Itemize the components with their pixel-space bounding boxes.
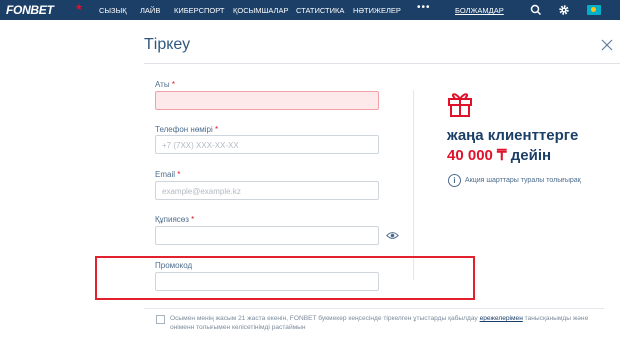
- required-marker: *: [191, 215, 195, 224]
- promo-terms-link[interactable]: Акция шарттары туралы толығырақ: [465, 177, 581, 184]
- promo-code-highlight-box: [95, 256, 475, 300]
- bonus-amount: 40 000 ₸: [447, 147, 507, 164]
- password-input[interactable]: [155, 226, 379, 245]
- registration-modal: Тіркеу Аты * Телефон нөмірі * +7 (7XX) X…: [0, 20, 620, 343]
- gear-icon[interactable]: [558, 4, 570, 16]
- show-password-eye-icon[interactable]: [386, 231, 399, 240]
- password-label-text: Құпиясөз: [155, 215, 189, 224]
- terms-checkbox[interactable]: [156, 315, 165, 324]
- password-label: Құпиясөз *: [155, 215, 194, 224]
- search-icon[interactable]: [530, 4, 542, 16]
- info-icon[interactable]: i: [448, 174, 461, 187]
- terms-divider: [144, 308, 604, 309]
- name-label-text: Аты: [155, 80, 170, 89]
- required-marker: *: [171, 80, 175, 89]
- bonus-headline: жаңа клиенттерге: [447, 127, 579, 144]
- nav-item-esports[interactable]: КИБЕРСПОРТ: [174, 6, 225, 15]
- more-menu-button[interactable]: •••: [417, 2, 431, 13]
- column-divider: [413, 90, 414, 280]
- nav-item-live[interactable]: ЛАЙВ: [140, 6, 160, 15]
- nav-item-line[interactable]: СЫЗЫҚ: [99, 6, 127, 15]
- nav-item-statistics[interactable]: СТАТИСТИКА: [296, 6, 344, 15]
- star-icon: ★: [75, 2, 84, 12]
- terms-text: Осымен менің жасым 21 жаста екенін, FONB…: [170, 314, 600, 332]
- email-input[interactable]: example@example.kz: [155, 181, 379, 200]
- top-navigation-bar: FONBET ★ СЫЗЫҚ ЛАЙВ КИБЕРСПОРТ ҚОСЫМШАЛА…: [0, 0, 620, 20]
- email-label: Email *: [155, 170, 180, 179]
- required-marker: *: [215, 125, 219, 134]
- gift-icon: [448, 93, 472, 117]
- terms-text-before: Осымен менің жасым 21 жаста екенін, FONB…: [170, 315, 480, 322]
- phone-label: Телефон нөмірі *: [155, 125, 218, 134]
- bonus-amount-line: 40 000 ₸ дейін: [447, 146, 551, 164]
- name-input[interactable]: [155, 91, 379, 110]
- modal-title: Тіркеу: [144, 36, 191, 53]
- email-label-text: Email: [155, 170, 176, 179]
- rules-link[interactable]: ережелерімен: [480, 315, 523, 322]
- kazakhstan-flag-icon[interactable]: [587, 5, 601, 15]
- login-link[interactable]: БОЛЖАМДАР: [455, 6, 504, 15]
- fonbet-logo[interactable]: FONBET: [6, 3, 54, 17]
- bonus-suffix: дейін: [510, 147, 552, 164]
- required-marker: *: [177, 170, 181, 179]
- title-divider: [144, 63, 620, 64]
- phone-input[interactable]: +7 (7XX) XXX-XX-XX: [155, 135, 379, 154]
- nav-item-results[interactable]: НӘТИЖЕЛЕР: [353, 6, 401, 15]
- close-icon[interactable]: [601, 39, 613, 51]
- phone-label-text: Телефон нөмірі: [155, 125, 213, 134]
- name-label: Аты *: [155, 80, 175, 89]
- nav-item-apps[interactable]: ҚОСЫМШАЛАР: [233, 6, 288, 15]
